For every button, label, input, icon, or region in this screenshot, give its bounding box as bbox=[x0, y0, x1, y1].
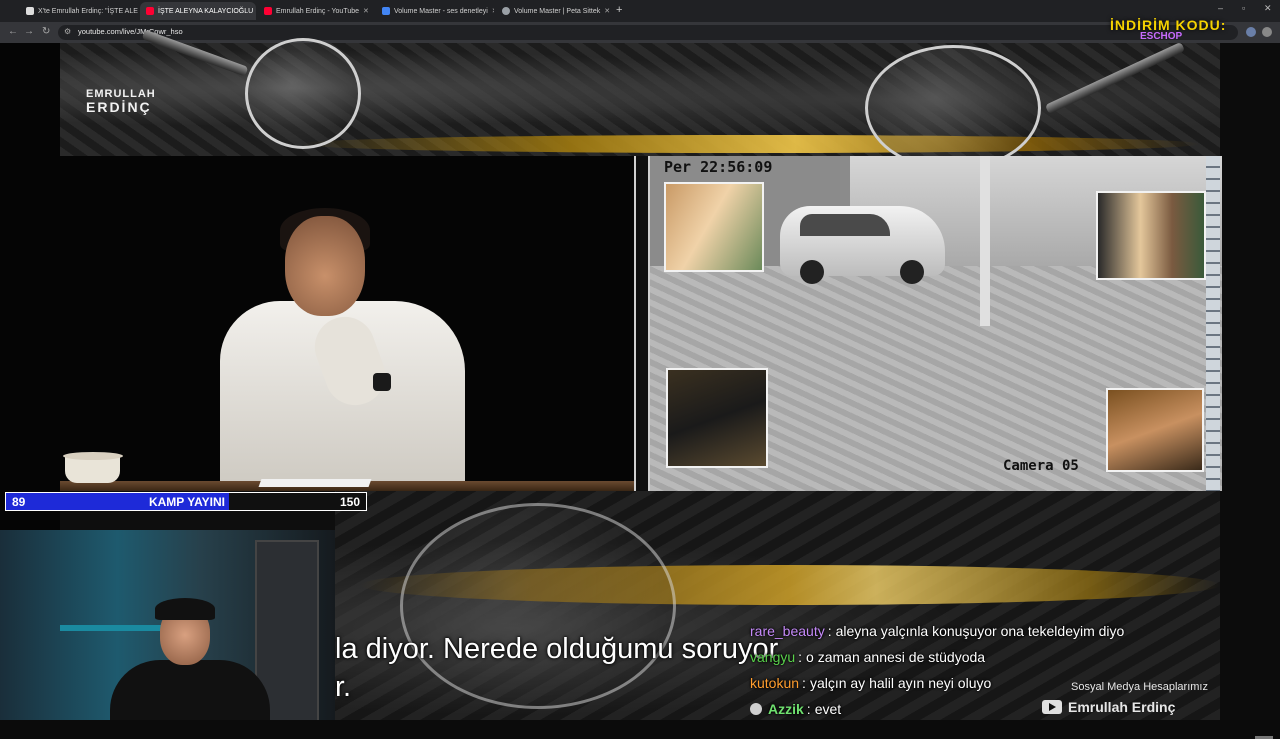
discount-code-banner: İNDİRİM KODU: ESCHOP bbox=[1110, 17, 1260, 42]
maximize-button[interactable]: ▫ bbox=[1242, 3, 1245, 13]
inset-photo-man-dark bbox=[666, 368, 768, 468]
chat-separator: : bbox=[798, 649, 802, 665]
browser-tab-bar: X'te Emrullah Erdinç: "İŞTE ALE ✕ İŞTE A… bbox=[0, 0, 1280, 22]
chat-username: rare_beauty bbox=[750, 623, 825, 639]
cup-rim bbox=[63, 452, 123, 460]
subtitle-line-1: la diyor. Nerede olduğumu soruyor bbox=[335, 633, 778, 666]
host-figure bbox=[210, 216, 470, 486]
car-image bbox=[780, 206, 945, 276]
tab-label: X'te Emrullah Erdinç: "İŞTE ALE bbox=[38, 8, 138, 15]
chat-separator: : bbox=[802, 675, 806, 691]
forward-arrow-icon[interactable]: → bbox=[24, 26, 34, 37]
chat-separator: : bbox=[807, 701, 811, 717]
chat-separator: : bbox=[828, 623, 832, 639]
tab-label: Emrullah Erdinç - YouTube bbox=[276, 8, 359, 15]
streamer-webcam bbox=[0, 530, 335, 720]
channel-logo: EMRULLAH ERDİNÇ bbox=[86, 89, 156, 114]
reload-icon[interactable]: ↻ bbox=[42, 26, 50, 37]
tab-active-video[interactable]: İŞTE ALEYNA KALAYCIOĞLU ✕ bbox=[140, 2, 256, 20]
address-bar[interactable]: ⚙ youtube.com/live/JMrCowr_hso bbox=[58, 25, 1238, 40]
chat-username: Azzik bbox=[768, 701, 804, 717]
inset-photo-man-smiling bbox=[1106, 388, 1204, 472]
score-title: KAMP YAYINI bbox=[6, 495, 368, 509]
logo-line-2: ERDİNÇ bbox=[86, 100, 156, 114]
tab-youtube-channel[interactable]: Emrullah Erdinç - YouTube ✕ bbox=[258, 2, 374, 20]
new-tab-button[interactable]: + bbox=[616, 4, 622, 16]
score-bar: 89 KAMP YAYINI 150 bbox=[5, 492, 367, 511]
subtitle-line-2: r. bbox=[335, 671, 351, 704]
site-info-icon[interactable]: ⚙ bbox=[64, 27, 71, 36]
chat-text: yalçın ay halil ayın neyi oluyo bbox=[810, 675, 991, 691]
chat-username: kutokun bbox=[750, 675, 799, 691]
car-wheel bbox=[800, 260, 824, 284]
cctv-timestamp: Per 22:56:09 bbox=[664, 158, 772, 176]
tab-label: Volume Master | Peta Sittek bbox=[514, 8, 600, 15]
car-window bbox=[800, 214, 890, 236]
youtube-icon bbox=[146, 7, 154, 15]
url-text[interactable]: youtube.com/live/JMrCowr_hso bbox=[78, 27, 183, 36]
tab-volume-master-site[interactable]: Volume Master | Peta Sittek ✕ bbox=[496, 2, 612, 20]
chat-text: evet bbox=[815, 701, 841, 717]
x-logo-icon bbox=[26, 7, 34, 15]
minimize-button[interactable]: – bbox=[1218, 3, 1223, 13]
chat-text: o zaman annesi de stüdyoda bbox=[806, 649, 985, 665]
streamer-body bbox=[110, 660, 270, 720]
paper-sheet bbox=[259, 479, 372, 487]
tab-x-post[interactable]: X'te Emrullah Erdinç: "İŞTE ALE ✕ bbox=[20, 2, 138, 20]
magnifier-glass-icon bbox=[865, 45, 1041, 171]
profile-icon[interactable] bbox=[1262, 27, 1272, 37]
close-icon[interactable]: ✕ bbox=[253, 7, 256, 15]
globe-icon bbox=[502, 7, 510, 15]
video-letterbox-right bbox=[1220, 43, 1280, 720]
close-icon[interactable]: ✕ bbox=[600, 7, 610, 15]
browser-toolbar: ← → ↻ ⚙ youtube.com/live/JMrCowr_hso bbox=[0, 22, 1280, 43]
chat-text: aleyna yalçınla konuşuyor ona tekeldeyim… bbox=[836, 623, 1125, 639]
magnifier-glass-icon bbox=[400, 503, 676, 709]
close-icon[interactable]: ✕ bbox=[488, 7, 494, 15]
chat-message: vangyu:o zaman annesi de stüdyoda bbox=[750, 644, 1220, 670]
chat-message: rare_beauty:aleyna yalçınla konuşuyor on… bbox=[750, 618, 1220, 644]
chat-message: kutokun:yalçın ay halil ayın neyi oluyo bbox=[750, 670, 1220, 696]
cup-icon bbox=[65, 457, 120, 483]
chat-username: vangyu bbox=[750, 649, 795, 665]
close-icon[interactable]: ✕ bbox=[359, 7, 369, 15]
inset-photo-group bbox=[1096, 191, 1206, 280]
cctv-pole bbox=[980, 156, 990, 326]
score-right: 150 bbox=[340, 495, 360, 509]
chat-badge-icon bbox=[750, 703, 762, 715]
host-head bbox=[285, 216, 365, 316]
watch-icon bbox=[373, 373, 391, 391]
tab-label: İŞTE ALEYNA KALAYCIOĞLU bbox=[158, 8, 253, 15]
back-arrow-icon[interactable]: ← bbox=[8, 26, 18, 37]
inset-photo-two-women bbox=[664, 182, 764, 272]
cctv-side-strip bbox=[1206, 156, 1220, 491]
car-wheel bbox=[900, 260, 924, 284]
cctv-footage-panel: Per 22:56:09 Camera 05 bbox=[648, 156, 1222, 491]
tab-volume-master-store[interactable]: Volume Master - ses denetleyi ✕ bbox=[376, 2, 494, 20]
youtube-icon bbox=[264, 7, 272, 15]
streamer-hair bbox=[155, 598, 215, 620]
cctv-camera-label: Camera 05 bbox=[1003, 458, 1079, 474]
tab-label: Volume Master - ses denetleyi bbox=[394, 8, 488, 15]
gold-swoosh bbox=[300, 135, 1200, 153]
close-window-button[interactable]: ✕ bbox=[1264, 3, 1272, 14]
extension-icon bbox=[382, 7, 390, 15]
live-chat-overlay: rare_beauty:aleyna yalçınla konuşuyor on… bbox=[750, 618, 1220, 722]
studio-camera-panel bbox=[60, 156, 636, 491]
chat-message: Azzik:evet bbox=[750, 696, 1220, 722]
magnifier-glass-icon bbox=[245, 38, 361, 149]
